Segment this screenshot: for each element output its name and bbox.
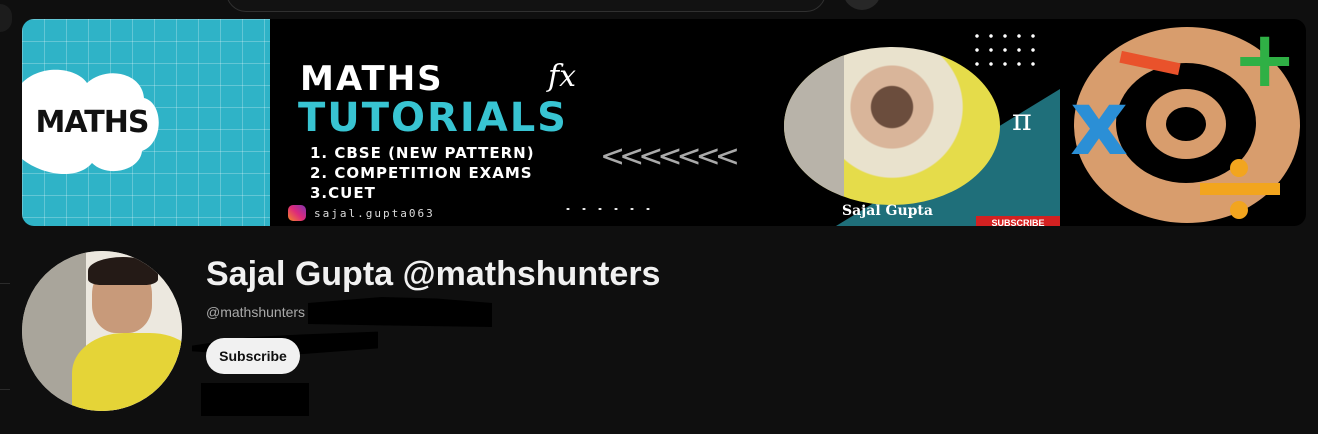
banner-right-panel: + x — [1060, 19, 1306, 226]
multiply-icon: x — [1070, 71, 1129, 176]
dot-pattern-bottom — [560, 205, 660, 213]
channel-handle: @mathshunters — [206, 304, 306, 320]
channel-avatar[interactable] — [22, 251, 182, 411]
banner-list-item: 1. CBSE (NEW PATTERN) — [310, 144, 535, 162]
banner-list-item: 3.CUET — [310, 184, 376, 202]
sidebar-divider — [0, 283, 10, 284]
top-bar — [0, 0, 1318, 32]
banner-center-panel: MATHS fx TUTORIALS 1. CBSE (NEW PATTERN)… — [270, 19, 1060, 226]
redacted-area — [308, 297, 492, 327]
sidebar-divider — [0, 389, 10, 390]
banner-photo — [784, 47, 1000, 205]
redacted-area — [201, 383, 309, 416]
banner-list-item: 2. COMPETITION EXAMS — [310, 164, 533, 182]
divide-icon-bar — [1200, 183, 1280, 195]
photo-pillar — [784, 47, 844, 205]
subscribe-button[interactable]: Subscribe — [206, 338, 300, 374]
divide-icon-dot — [1230, 201, 1248, 219]
guide-edge[interactable] — [0, 4, 12, 32]
avatar-hair — [88, 257, 158, 285]
banner-subscribe-tag: SUBSCRIBE — [976, 216, 1060, 226]
pi-symbol: π — [1012, 103, 1032, 138]
chevron-arrows: <<<<<<< — [600, 139, 740, 174]
banner-left-panel: MATHS — [22, 19, 270, 226]
banner-photo-caption: Sajal Gupta — [842, 203, 933, 219]
divide-icon-dot — [1230, 159, 1248, 177]
search-box[interactable] — [226, 0, 826, 12]
instagram-icon — [288, 205, 306, 221]
instagram-handle: sajal.gupta063 — [314, 207, 435, 220]
banner-list: 1. CBSE (NEW PATTERN) 2. COMPETITION EXA… — [310, 143, 535, 203]
banner-title-line1: MATHS — [300, 59, 444, 99]
banner-title-line2: TUTORIALS — [298, 95, 568, 141]
voice-search-button[interactable] — [843, 0, 881, 10]
dot-pattern — [970, 29, 1040, 69]
cloud-text: MATHS — [35, 105, 150, 140]
spiral-graphic-center — [1166, 107, 1206, 141]
channel-name: Sajal Gupta @mathshunters — [206, 255, 661, 293]
plus-icon: + — [1232, 19, 1298, 105]
channel-banner: MATHS MATHS fx TUTORIALS 1. CBSE (NEW PA… — [22, 19, 1306, 226]
fx-symbol: fx — [548, 59, 577, 94]
avatar-shirt — [72, 333, 182, 411]
